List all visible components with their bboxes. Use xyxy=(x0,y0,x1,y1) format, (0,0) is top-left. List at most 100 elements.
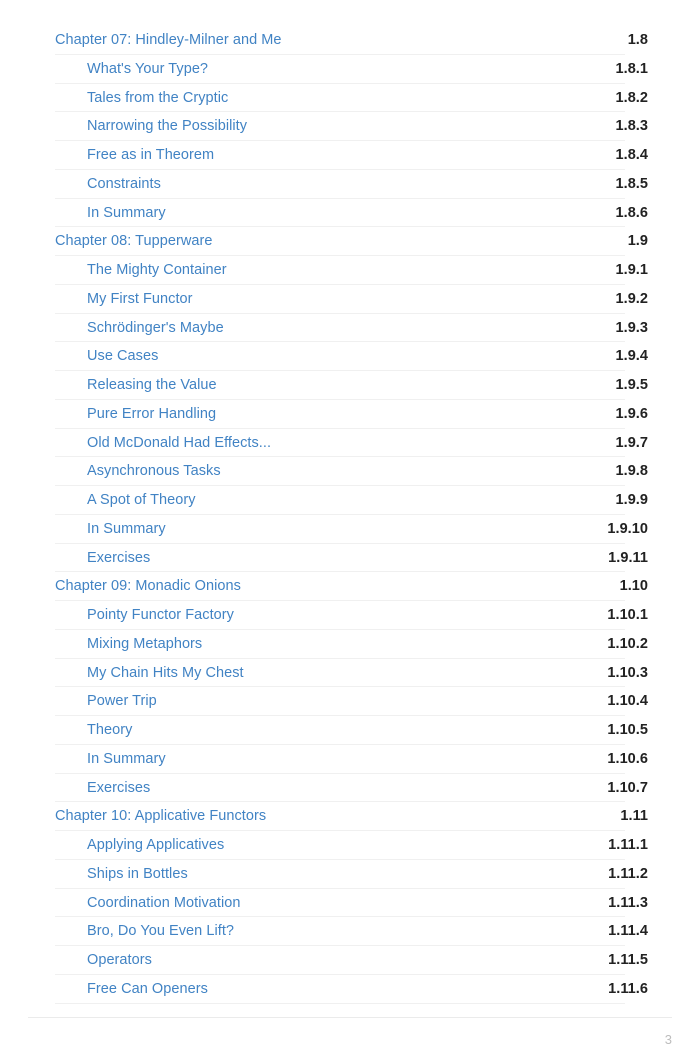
toc-entry-number: 1.9.10 xyxy=(607,520,648,537)
toc-entry-number: 1.9.6 xyxy=(615,405,648,422)
toc-section-row[interactable]: Old McDonald Had Effects... 1.9.7 xyxy=(0,429,700,458)
toc-section-row[interactable]: Free as in Theorem 1.8.4 xyxy=(0,141,700,170)
toc-chapter-row[interactable]: Chapter 09: Monadic Onions 1.10 xyxy=(0,572,700,601)
toc-section-link[interactable]: Bro, Do You Even Lift? xyxy=(87,924,234,939)
toc-section-link[interactable]: Pointy Functor Factory xyxy=(87,608,234,623)
toc-section-row[interactable]: Ships in Bottles 1.11.2 xyxy=(0,860,700,889)
toc-chapter-row[interactable]: Chapter 08: Tupperware 1.9 xyxy=(0,227,700,256)
toc-section-row[interactable]: My First Functor 1.9.2 xyxy=(0,285,700,314)
toc-chapter-row[interactable]: Chapter 07: Hindley-Milner and Me 1.8 xyxy=(0,26,700,55)
toc-entry-number: 1.8.4 xyxy=(615,147,648,164)
toc-section-row[interactable]: The Mighty Container 1.9.1 xyxy=(0,256,700,285)
toc-section-row[interactable]: Mixing Metaphors 1.10.2 xyxy=(0,630,700,659)
toc-section-link[interactable]: In Summary xyxy=(87,752,166,767)
toc-section-link[interactable]: Asynchronous Tasks xyxy=(87,464,221,479)
toc-section-link[interactable]: Power Trip xyxy=(87,694,157,709)
toc-section-row[interactable]: In Summary 1.10.6 xyxy=(0,745,700,774)
toc-section-row[interactable]: Pure Error Handling 1.9.6 xyxy=(0,400,700,429)
toc-section-link[interactable]: My First Functor xyxy=(87,292,193,307)
toc-section-row[interactable]: Exercises 1.9.11 xyxy=(0,544,700,573)
toc-section-link[interactable]: Mixing Metaphors xyxy=(87,637,202,652)
toc-section-link[interactable]: The Mighty Container xyxy=(87,263,227,278)
toc-section-row[interactable]: In Summary 1.8.6 xyxy=(0,199,700,228)
toc-section-link[interactable]: Exercises xyxy=(87,781,150,796)
toc-section-link[interactable]: Pure Error Handling xyxy=(87,407,216,422)
toc-section-link[interactable]: Theory xyxy=(87,723,132,738)
toc-entry-number: 1.11.5 xyxy=(608,952,648,969)
toc-chapter-link[interactable]: Chapter 07: Hindley-Milner and Me xyxy=(55,33,282,48)
toc-section-link[interactable]: Free Can Openers xyxy=(87,982,208,997)
toc-section-link[interactable]: A Spot of Theory xyxy=(87,493,196,508)
toc-section-link[interactable]: In Summary xyxy=(87,206,166,221)
toc-section-row[interactable]: Constraints 1.8.5 xyxy=(0,170,700,199)
toc-entry-number: 1.9.8 xyxy=(615,463,648,480)
toc-section-row[interactable]: Narrowing the Possibility 1.8.3 xyxy=(0,112,700,141)
toc-section-link[interactable]: My Chain Hits My Chest xyxy=(87,666,244,681)
toc-entry-number: 1.8 xyxy=(627,32,648,49)
toc-entry-number: 1.10.7 xyxy=(607,779,648,796)
toc-section-link[interactable]: Constraints xyxy=(87,177,161,192)
toc-section-link[interactable]: Operators xyxy=(87,953,152,968)
toc-section-row[interactable]: A Spot of Theory 1.9.9 xyxy=(0,486,700,515)
toc-section-link[interactable]: In Summary xyxy=(87,522,166,537)
toc-entry-number: 1.9.2 xyxy=(615,290,648,307)
toc-section-row[interactable]: In Summary 1.9.10 xyxy=(0,515,700,544)
toc-section-row[interactable]: Exercises 1.10.7 xyxy=(0,774,700,803)
toc-entry-number: 1.9.5 xyxy=(615,377,648,394)
toc-chapter-link[interactable]: Chapter 09: Monadic Onions xyxy=(55,579,241,594)
toc-section-link[interactable]: Coordination Motivation xyxy=(87,896,241,911)
toc-section-link[interactable]: Free as in Theorem xyxy=(87,148,214,163)
toc-entry-number: 1.9.1 xyxy=(615,262,648,279)
toc-section-row[interactable]: Releasing the Value 1.9.5 xyxy=(0,371,700,400)
toc-section-link[interactable]: Narrowing the Possibility xyxy=(87,119,247,134)
toc-chapter-row[interactable]: Chapter 10: Applicative Functors 1.11 xyxy=(0,802,700,831)
toc-section-row[interactable]: Use Cases 1.9.4 xyxy=(0,342,700,371)
toc-section-link[interactable]: Tales from the Cryptic xyxy=(87,91,228,106)
toc-section-link[interactable]: Schrödinger's Maybe xyxy=(87,321,224,336)
toc-entry-number: 1.11.4 xyxy=(608,923,648,940)
toc-section-row[interactable]: Free Can Openers 1.11.6 xyxy=(0,975,700,1004)
toc-chapter-link[interactable]: Chapter 10: Applicative Functors xyxy=(55,809,266,824)
toc-section-row[interactable]: Applying Applicatives 1.11.1 xyxy=(0,831,700,860)
toc-entry-number: 1.10.2 xyxy=(607,635,648,652)
toc-entry-number: 1.11.3 xyxy=(608,894,648,911)
toc-entry-number: 1.11.1 xyxy=(608,837,648,854)
footer-divider xyxy=(28,1017,672,1018)
toc-section-row[interactable]: Pointy Functor Factory 1.10.1 xyxy=(0,601,700,630)
toc-entry-number: 1.8.5 xyxy=(615,175,648,192)
table-of-contents-page: Chapter 07: Hindley-Milner and Me 1.8 What… xyxy=(0,0,700,1052)
toc-section-row[interactable]: My Chain Hits My Chest 1.10.3 xyxy=(0,659,700,688)
toc-entry-number: 1.10.1 xyxy=(607,607,648,624)
toc-section-row[interactable]: What's Your Type? 1.8.1 xyxy=(0,55,700,84)
toc-entry-number: 1.10.3 xyxy=(607,664,648,681)
toc-entry-number: 1.9.11 xyxy=(608,549,648,566)
toc-section-row[interactable]: Power Trip 1.10.4 xyxy=(0,687,700,716)
toc-section-link[interactable]: Old McDonald Had Effects... xyxy=(87,436,271,451)
toc-section-row[interactable]: Operators 1.11.5 xyxy=(0,946,700,975)
toc-section-link[interactable]: Ships in Bottles xyxy=(87,867,188,882)
toc-entry-list: Chapter 07: Hindley-Milner and Me 1.8 What… xyxy=(0,26,700,1004)
toc-section-link[interactable]: Exercises xyxy=(87,551,150,566)
toc-section-link[interactable]: Applying Applicatives xyxy=(87,838,224,853)
toc-entry-number: 1.9.7 xyxy=(615,434,648,451)
toc-chapter-link[interactable]: Chapter 08: Tupperware xyxy=(55,234,212,249)
toc-section-row[interactable]: Asynchronous Tasks 1.9.8 xyxy=(0,457,700,486)
toc-entry-number: 1.8.1 xyxy=(615,60,648,77)
toc-section-row[interactable]: Tales from the Cryptic 1.8.2 xyxy=(0,84,700,113)
toc-section-link[interactable]: Use Cases xyxy=(87,349,158,364)
toc-section-row[interactable]: Coordination Motivation 1.11.3 xyxy=(0,889,700,918)
toc-section-row[interactable]: Schrödinger's Maybe 1.9.3 xyxy=(0,314,700,343)
page-footer: 3 xyxy=(0,1006,700,1052)
toc-section-link[interactable]: What's Your Type? xyxy=(87,62,208,77)
toc-entry-number: 1.11 xyxy=(620,808,648,825)
toc-section-link[interactable]: Releasing the Value xyxy=(87,378,217,393)
toc-entry-number: 1.9.4 xyxy=(615,348,648,365)
toc-entry-number: 1.9.3 xyxy=(615,319,648,336)
toc-entry-number: 1.10.6 xyxy=(607,750,648,767)
toc-entry-number: 1.10.4 xyxy=(607,693,648,710)
toc-entry-number: 1.8.3 xyxy=(615,118,648,135)
toc-section-row[interactable]: Bro, Do You Even Lift? 1.11.4 xyxy=(0,917,700,946)
toc-entry-number: 1.11.2 xyxy=(608,865,648,882)
toc-section-row[interactable]: Theory 1.10.5 xyxy=(0,716,700,745)
toc-entry-number: 1.10.5 xyxy=(607,722,648,739)
